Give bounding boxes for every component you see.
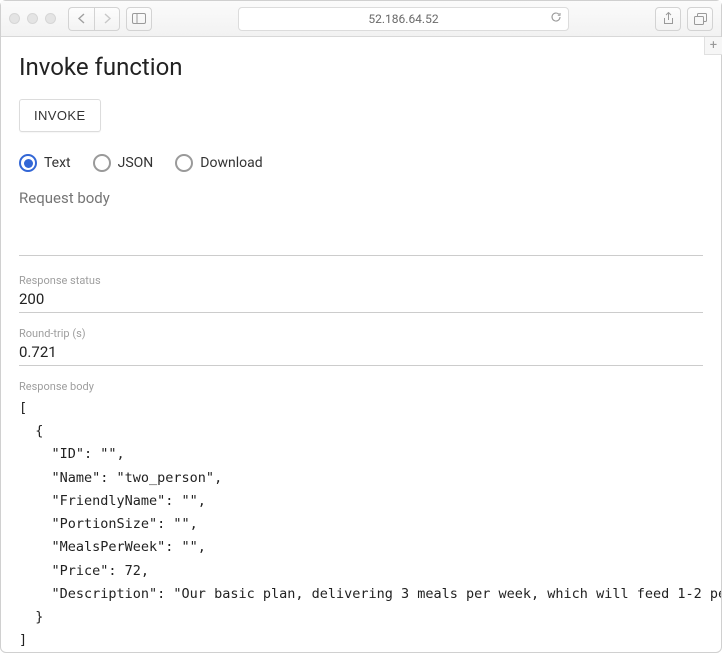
radio-label: Text — [44, 155, 71, 171]
forward-button[interactable] — [94, 7, 120, 31]
back-button[interactable] — [68, 7, 94, 31]
close-window-icon[interactable] — [9, 13, 20, 24]
round-trip-field: Round-trip (s) 0.721 — [19, 327, 703, 366]
radio-text[interactable]: Text — [19, 154, 71, 172]
request-body-input[interactable] — [19, 186, 703, 256]
round-trip-value: 0.721 — [19, 343, 703, 361]
minimize-window-icon[interactable] — [27, 13, 38, 24]
radio-label: JSON — [118, 155, 154, 171]
sidebar-toggle-button[interactable] — [126, 7, 152, 31]
response-status-field: Response status 200 — [19, 274, 703, 313]
address-text: 52.186.64.52 — [368, 12, 438, 26]
nav-button-group — [68, 7, 120, 31]
refresh-icon[interactable] — [550, 11, 562, 27]
response-status-label: Response status — [19, 274, 703, 287]
window-controls — [9, 13, 56, 24]
radio-json[interactable]: JSON — [93, 154, 154, 172]
response-status-value: 200 — [19, 290, 703, 308]
radio-icon — [19, 154, 37, 172]
invoke-button[interactable]: INVOKE — [19, 99, 101, 132]
share-button[interactable] — [655, 7, 681, 31]
address-bar[interactable]: 52.186.64.52 — [238, 7, 569, 31]
maximize-window-icon[interactable] — [45, 13, 56, 24]
output-format-radios: Text JSON Download — [19, 154, 703, 172]
response-body-label: Response body — [19, 380, 703, 393]
radio-icon — [93, 154, 111, 172]
response-body-value: [ { "ID": "", "Name": "two_person", "Fri… — [19, 397, 703, 652]
response-body-field: Response body [ { "ID": "", "Name": "two… — [19, 380, 703, 652]
page-content: Invoke function INVOKE Text JSON Downloa… — [1, 37, 721, 652]
page-title: Invoke function — [19, 53, 703, 81]
browser-toolbar: 52.186.64.52 — [1, 1, 721, 37]
round-trip-label: Round-trip (s) — [19, 327, 703, 340]
radio-label: Download — [200, 155, 262, 171]
radio-download[interactable]: Download — [175, 154, 262, 172]
radio-icon — [175, 154, 193, 172]
tabs-button[interactable] — [687, 7, 713, 31]
